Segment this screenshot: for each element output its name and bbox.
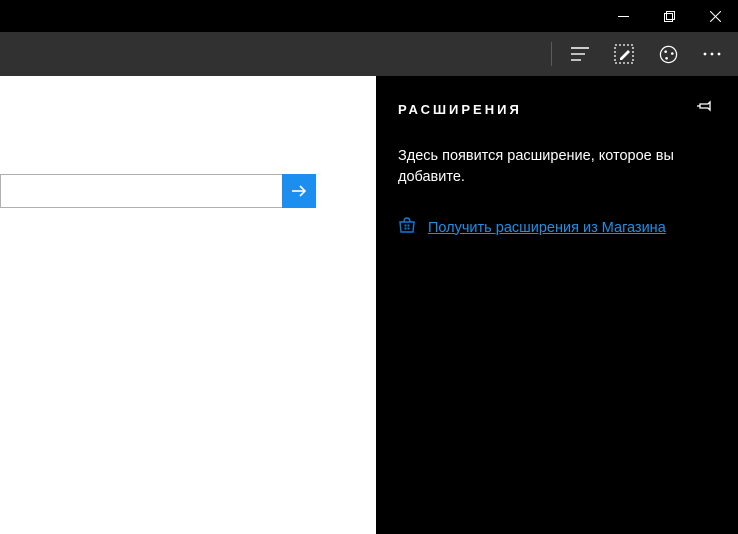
window-titlebar [0, 0, 738, 32]
panel-title: РАСШИРЕНИЯ [398, 102, 522, 117]
panel-header: РАСШИРЕНИЯ [398, 98, 714, 120]
search-row [0, 174, 316, 208]
more-button[interactable] [690, 34, 734, 74]
share-button[interactable] [646, 34, 690, 74]
search-input[interactable] [0, 174, 282, 208]
web-notes-button[interactable] [602, 34, 646, 74]
panel-description: Здесь появится расширение, которое вы до… [398, 146, 714, 188]
minimize-icon [618, 11, 629, 22]
get-extensions-link[interactable]: Получить расширения из Магазина [428, 220, 666, 236]
close-button[interactable] [692, 0, 738, 32]
maximize-icon [664, 11, 675, 22]
pin-button[interactable] [697, 98, 714, 120]
extensions-panel: РАСШИРЕНИЯ Здесь появится расширение, ко… [376, 76, 738, 534]
app-toolbar [0, 32, 738, 76]
arrow-right-icon [290, 182, 308, 200]
toolbar-divider [551, 42, 552, 66]
store-link-row: Получить расширения из Магазина [398, 216, 714, 239]
hub-button[interactable] [558, 34, 602, 74]
maximize-button[interactable] [646, 0, 692, 32]
hub-lines-icon [570, 46, 590, 62]
minimize-button[interactable] [600, 0, 646, 32]
content-row: РАСШИРЕНИЯ Здесь появится расширение, ко… [0, 76, 738, 534]
more-dots-icon [703, 52, 721, 56]
search-go-button[interactable] [282, 174, 316, 208]
share-circle-icon [659, 45, 678, 64]
close-icon [710, 11, 721, 22]
pin-icon [697, 98, 714, 115]
store-bag-icon [398, 216, 416, 239]
pen-square-icon [614, 44, 634, 64]
main-content-area [0, 76, 376, 534]
